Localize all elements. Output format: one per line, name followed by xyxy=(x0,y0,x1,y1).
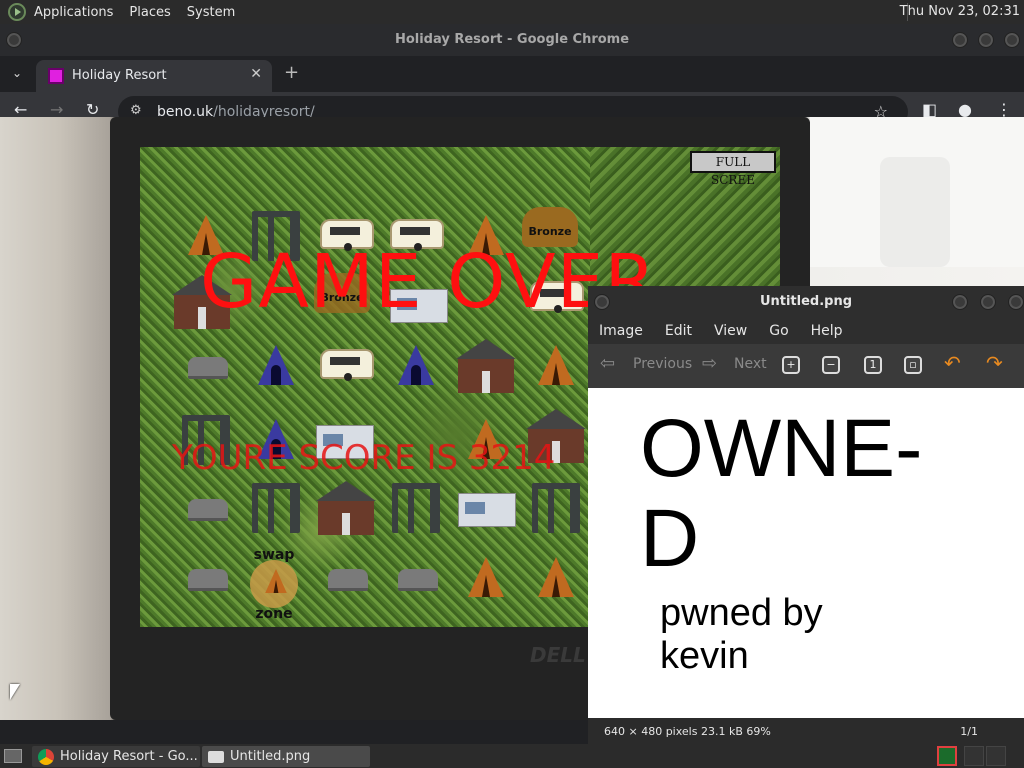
viewer-menu-image[interactable]: Image xyxy=(599,323,643,339)
new-tab-icon[interactable]: + xyxy=(284,62,299,83)
workspace-2[interactable] xyxy=(986,746,1006,766)
tile-tent[interactable] xyxy=(526,547,586,607)
tray-app-icon[interactable] xyxy=(937,746,957,766)
swap-label: swap xyxy=(253,547,295,563)
workspace-1[interactable] xyxy=(964,746,984,766)
image-line-1: OWNE- xyxy=(640,403,923,494)
tile-tent[interactable] xyxy=(456,547,516,607)
tile-gazebo[interactable] xyxy=(386,477,446,537)
zoom-fit-icon[interactable]: ▫ xyxy=(904,356,922,374)
viewer-statusbar: 640 × 480 pixels 23.1 kB 69% 1/1 xyxy=(588,718,1024,744)
task-viewer-label: Untitled.png xyxy=(230,749,311,764)
tile-rock[interactable] xyxy=(176,335,236,395)
rotate-left-icon[interactable]: ↶ xyxy=(944,351,961,375)
tab-search-chevron-icon[interactable]: ⌄ xyxy=(12,66,22,80)
image-viewer-icon xyxy=(208,751,224,763)
viewer-titlebar[interactable]: Untitled.png xyxy=(588,286,1024,318)
image-index: 1/1 xyxy=(960,725,978,738)
previous-arrow-icon[interactable]: ⇦ xyxy=(600,353,615,374)
menu-system[interactable]: System xyxy=(187,5,235,20)
viewer-menu-go[interactable]: Go xyxy=(769,323,788,339)
clock[interactable]: Thu Nov 23, 02:31 xyxy=(900,4,1020,19)
chrome-titlebar[interactable]: Holiday Resort - Google Chrome xyxy=(0,24,1024,56)
chrome-icon xyxy=(38,749,54,765)
viewer-close-icon[interactable] xyxy=(1008,294,1024,310)
next-arrow-icon[interactable]: ⇨ xyxy=(702,353,717,374)
tile-gazebo[interactable] xyxy=(246,477,306,537)
next-button[interactable]: Next xyxy=(734,356,767,372)
viewer-menubar: Image Edit View Go Help xyxy=(588,318,1024,344)
tile-rock[interactable] xyxy=(176,477,236,537)
rotate-right-icon[interactable]: ↷ xyxy=(986,351,1003,375)
viewer-menu-help[interactable]: Help xyxy=(811,323,843,339)
tile-gazebo[interactable] xyxy=(526,477,586,537)
zoom-in-icon[interactable]: + xyxy=(782,356,800,374)
minimize-icon[interactable] xyxy=(952,32,968,48)
menu-applications[interactable]: Applications xyxy=(34,5,113,20)
tile-mobile-home[interactable] xyxy=(456,477,516,537)
favicon-icon xyxy=(48,68,64,84)
maximize-icon[interactable] xyxy=(978,32,994,48)
image-line-4: kevin xyxy=(660,635,749,677)
image-text-pwned: pwned by kevin xyxy=(660,592,823,678)
viewer-window-menu-icon[interactable] xyxy=(594,294,610,310)
zoom-normal-icon[interactable]: 1 xyxy=(864,356,882,374)
bottom-taskbar: Holiday Resort - Go... Untitled.png xyxy=(0,744,1024,768)
viewer-toolbar: ⇦ Previous ⇨ Next + − 1 ▫ ↶ ↷ xyxy=(588,344,1024,388)
zoom-out-icon[interactable]: − xyxy=(822,356,840,374)
image-text-owned: OWNE- D xyxy=(640,404,922,584)
image-info: 640 × 480 pixels 23.1 kB 69% xyxy=(604,725,771,738)
window-menu-icon[interactable] xyxy=(6,32,22,48)
viewer-minimize-icon[interactable] xyxy=(952,294,968,310)
tile-blue-tent[interactable] xyxy=(246,335,306,395)
image-line-3: pwned by xyxy=(660,592,823,634)
zone-label: zone xyxy=(255,606,293,622)
task-chrome-label: Holiday Resort - Go... xyxy=(60,749,198,764)
distro-logo-icon[interactable] xyxy=(8,3,26,21)
tile-tent[interactable] xyxy=(526,335,586,395)
mouse-cursor-icon xyxy=(10,684,20,700)
image-line-2: D xyxy=(640,493,700,584)
image-viewer-window: Untitled.png Image Edit View Go Help ⇦ P… xyxy=(588,286,1024,744)
top-panel: Applications Places System Thu Nov 23, 0… xyxy=(0,0,1024,24)
laptop-brand: DELL xyxy=(530,643,586,667)
tile-house[interactable] xyxy=(316,477,376,537)
menu-places[interactable]: Places xyxy=(129,5,170,20)
close-window-icon[interactable] xyxy=(1004,32,1020,48)
viewer-menu-view[interactable]: View xyxy=(714,323,747,339)
site-info-icon[interactable]: ⚙ xyxy=(130,103,142,118)
show-desktop-icon[interactable] xyxy=(4,749,22,763)
viewer-title: Untitled.png xyxy=(759,294,853,309)
background-cup xyxy=(880,157,950,267)
tile-rock[interactable] xyxy=(316,547,376,607)
tile-blue-tent[interactable] xyxy=(386,335,446,395)
viewer-maximize-icon[interactable] xyxy=(980,294,996,310)
score-text: YOURE SCORE IS 3214 xyxy=(172,438,556,478)
image-canvas[interactable]: OWNE- D pwned by kevin xyxy=(588,388,1024,718)
tab-title: Holiday Resort xyxy=(72,68,167,83)
close-tab-icon[interactable]: ✕ xyxy=(250,66,262,82)
previous-button[interactable]: Previous xyxy=(633,356,692,372)
task-chrome[interactable]: Holiday Resort - Go... xyxy=(32,746,200,767)
fullscreen-button[interactable]: FULL SCREE xyxy=(690,151,776,187)
tile-house[interactable] xyxy=(456,335,516,395)
tab-holiday-resort[interactable]: Holiday Resort ✕ xyxy=(36,60,272,92)
tab-bar: ⌄ Holiday Resort ✕ + xyxy=(0,56,1024,92)
task-viewer[interactable]: Untitled.png xyxy=(202,746,370,767)
window-title: Holiday Resort - Google Chrome xyxy=(394,32,630,47)
viewer-menu-edit[interactable]: Edit xyxy=(665,323,692,339)
tile-rock[interactable] xyxy=(386,547,446,607)
tile-rock[interactable] xyxy=(176,547,236,607)
tile-caravan[interactable] xyxy=(316,335,376,395)
bronze-label: Bronze xyxy=(528,225,572,238)
